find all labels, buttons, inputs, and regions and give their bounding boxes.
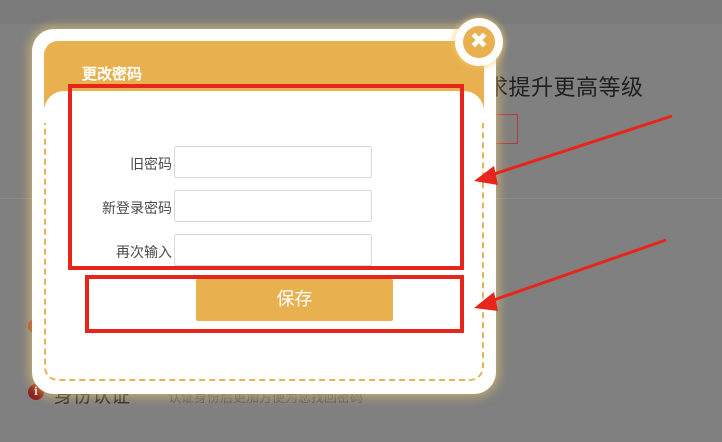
arrow-to-fields	[474, 114, 673, 185]
annotation-arrows	[474, 114, 673, 311]
arrow-to-save	[474, 238, 667, 311]
